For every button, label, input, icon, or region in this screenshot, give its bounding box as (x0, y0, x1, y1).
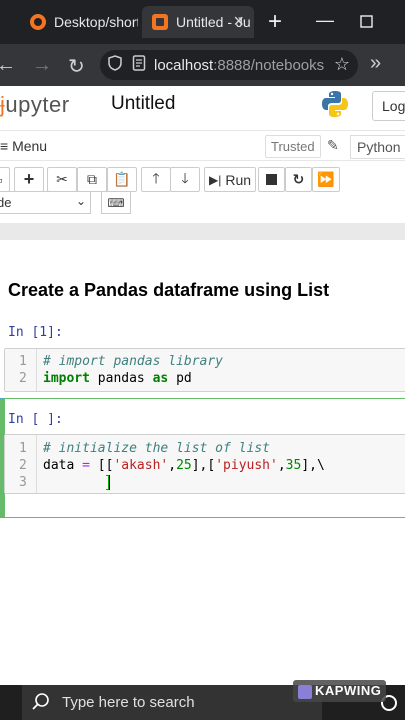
cell-type-select[interactable]: de ⌄ (0, 191, 91, 214)
save-icon: ▫ (0, 172, 2, 188)
browser-tab-untitled[interactable]: Untitled - Ju × (142, 6, 254, 38)
page-icon[interactable] (132, 54, 146, 76)
notebook-title[interactable]: Untitled (111, 93, 175, 115)
restart-button[interactable]: ↻ (285, 167, 312, 192)
cut-button[interactable]: ✂ (47, 167, 77, 192)
code-line (43, 475, 110, 490)
maximize-icon[interactable] (360, 12, 373, 33)
interrupt-button[interactable] (258, 167, 285, 192)
python-logo-icon (322, 91, 348, 117)
bookmark-star-icon[interactable]: ☆ (334, 54, 350, 75)
copy-icon: ⧉ (87, 171, 97, 187)
command-palette-button[interactable]: ⌨ (101, 191, 131, 214)
logout-button[interactable]: Logo (372, 91, 405, 121)
keyboard-icon: ⌨ (107, 196, 125, 210)
trusted-indicator[interactable]: Trusted (265, 135, 321, 158)
save-button[interactable]: ▫ (0, 167, 10, 192)
plus-icon: + (23, 169, 35, 189)
menu-button[interactable]: ≡ Menu (0, 138, 47, 154)
forward-arrow-icon[interactable]: → (32, 54, 52, 77)
chevron-down-icon: ⌄ (75, 194, 86, 208)
notebook-favicon-icon (152, 14, 168, 30)
line-number: 1 (19, 441, 27, 456)
clipboard-icon: 📋 (113, 171, 131, 187)
run-button[interactable]: ▶| Run (204, 167, 256, 192)
tab-close-icon[interactable]: × (233, 11, 244, 32)
input-prompt: In [1]: (8, 325, 63, 340)
back-arrow-icon[interactable]: ← (0, 54, 16, 77)
copy-button[interactable]: ⧉ (77, 167, 107, 192)
browser-tab-desktop[interactable]: Desktop/shorts (20, 6, 138, 38)
move-up-button[interactable]: 🡑 (141, 167, 171, 192)
code-line: # initialize the list of list (43, 441, 270, 456)
minimize-icon[interactable]: — (316, 10, 334, 31)
restart-icon: ↻ (292, 171, 305, 187)
code-cell-2[interactable]: 1 2 3 # initialize the list of list data… (4, 434, 405, 494)
url-text: localhost:8888/notebooks/ (154, 56, 324, 74)
insert-cell-button[interactable]: + (14, 167, 44, 192)
search-icon (32, 692, 50, 714)
stop-icon (266, 174, 277, 185)
menubar: ≡ Menu Trusted ✎ Python 3 (0, 130, 405, 161)
scissors-icon: ✂ (56, 171, 68, 187)
code-cell-1[interactable]: 1 2 # import pandas library import panda… (4, 348, 405, 392)
hamburger-icon: ≡ (0, 138, 9, 154)
line-number: 1 (19, 354, 27, 369)
move-down-button[interactable]: 🡓 (170, 167, 200, 192)
line-number: 3 (19, 475, 27, 490)
kapwing-watermark: KAPWING (293, 680, 387, 702)
address-bar[interactable]: localhost:8888/notebooks/ ☆ (100, 50, 358, 80)
restart-run-all-button[interactable]: ⏩ (312, 167, 340, 192)
paste-button[interactable]: 📋 (107, 167, 137, 192)
text-cursor (108, 475, 110, 490)
code-line: data = [['akash',25],['piyush',35],\ (43, 458, 325, 473)
arrow-up-icon: 🡑 (152, 169, 160, 186)
step-forward-icon: ▶| (208, 172, 222, 187)
browser-navbar: ← → ↻ localhost:8888/notebooks/ ☆ » (0, 44, 405, 86)
kapwing-logo-icon (298, 684, 312, 699)
notebook-toolbar: ▫ + ✂ ⧉ 📋 🡑 🡓 ▶|Run ↻ ⏩ de⌄ ⌨ (0, 161, 405, 223)
overflow-chevron-icon[interactable]: » (370, 52, 381, 75)
notebook-container: Create a Pandas dataframe using List In … (0, 240, 405, 685)
markdown-heading[interactable]: Create a Pandas dataframe using List (8, 280, 329, 301)
reload-icon[interactable]: ↻ (68, 54, 85, 79)
start-icon[interactable]: ▌ (0, 693, 5, 711)
jupyter-favicon-icon (30, 14, 46, 30)
new-tab-icon[interactable]: + (268, 8, 282, 36)
fast-forward-icon: ⏩ (317, 171, 335, 187)
line-number: 2 (19, 458, 27, 473)
code-line: # import pandas library (43, 354, 224, 369)
browser-tab-strip: Desktop/shorts Untitled - Ju × + — (0, 0, 405, 44)
arrow-down-icon: 🡓 (181, 169, 189, 186)
edit-pencil-icon[interactable]: ✎ (327, 137, 339, 154)
search-placeholder: Type here to search (62, 694, 195, 711)
tab-title: Desktop/shorts (54, 14, 138, 30)
line-number: 2 (19, 371, 27, 386)
input-prompt: In [ ]: (8, 412, 63, 427)
taskbar-search[interactable]: Type here to search (22, 685, 322, 720)
kernel-indicator[interactable]: Python 3 (350, 135, 405, 159)
code-line: import pandas as pd (43, 371, 192, 386)
shield-icon[interactable] (108, 54, 122, 76)
jupyter-logo[interactable]: ɉupyter (0, 92, 70, 118)
